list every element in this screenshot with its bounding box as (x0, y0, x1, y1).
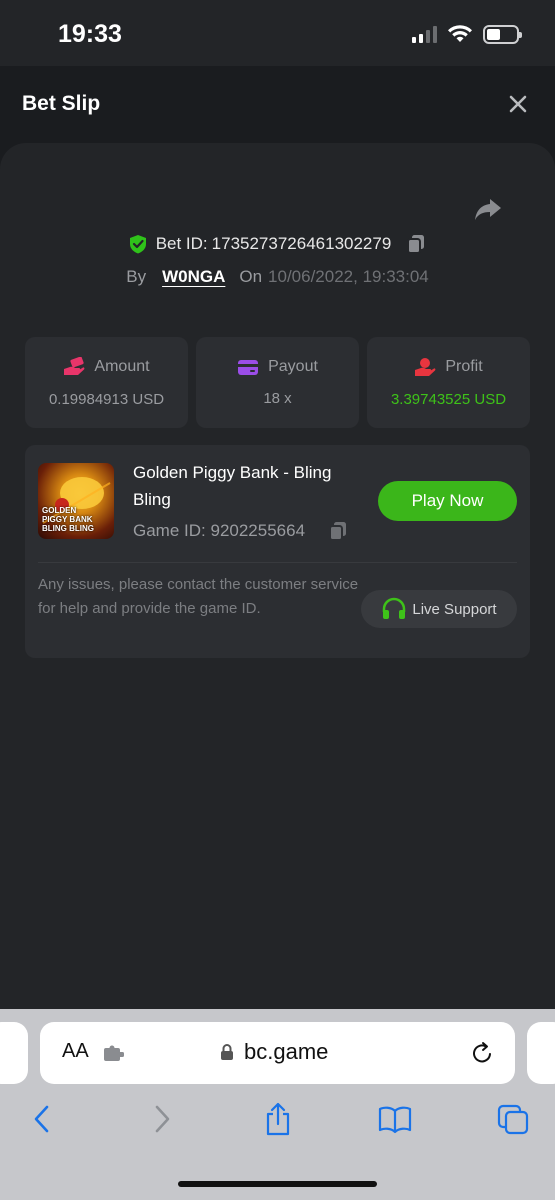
status-icons (412, 24, 522, 44)
reload-icon[interactable] (469, 1040, 495, 1066)
bet-slip-header: Bet Slip (0, 66, 555, 144)
game-thumbnail-text: GOLDEN PIGGY BANK BLING BLING (42, 506, 94, 533)
divider (38, 562, 517, 563)
stat-payout: Payout 18 x (196, 337, 359, 428)
previous-tab-edge[interactable] (0, 1022, 28, 1084)
game-id-label: Game ID: (133, 521, 206, 540)
next-tab-edge[interactable] (527, 1022, 555, 1084)
play-now-button[interactable]: Play Now (378, 481, 517, 521)
bet-meta-row: By W0NGA On 10/06/2022, 19:33:04 (0, 267, 555, 287)
shield-check-icon (129, 235, 146, 254)
lock-icon (221, 1044, 233, 1060)
live-support-label: Live Support (412, 600, 497, 618)
bet-id-value: 1735273726461302279 (211, 234, 392, 253)
back-icon (34, 1105, 49, 1133)
tabs-button[interactable] (493, 1099, 533, 1139)
payout-value: 18 x (263, 390, 292, 407)
game-thumbnail[interactable]: GOLDEN PIGGY BANK BLING BLING (38, 463, 114, 539)
cellular-signal-icon (412, 25, 437, 43)
live-support-button[interactable]: Live Support (361, 590, 517, 628)
close-icon[interactable] (507, 93, 529, 115)
text-size-button[interactable]: AA (62, 1040, 89, 1063)
url-text: bc.game (244, 1039, 329, 1064)
share-icon[interactable] (473, 193, 503, 223)
back-button[interactable] (22, 1099, 62, 1139)
status-time: 19:33 (58, 20, 122, 48)
wifi-icon (448, 25, 472, 42)
bet-id-label: Bet ID: (155, 234, 208, 253)
extension-icon[interactable] (102, 1044, 126, 1064)
share-sheet-icon (266, 1102, 290, 1136)
profit-value: 3.39743525 USD (390, 391, 507, 408)
share-sheet-button[interactable] (258, 1099, 298, 1139)
bet-datetime: 10/06/2022, 19:33:04 (268, 267, 429, 286)
stat-profit: Profit 3.39743525 USD (367, 337, 530, 428)
browser-nav (0, 1099, 555, 1143)
status-bar: 19:33 (0, 0, 555, 66)
bet-id-row: Bet ID: 1735273726461302279 (0, 233, 555, 255)
wallet-card-icon (238, 360, 259, 375)
forward-icon (155, 1105, 170, 1133)
game-id-row: Game ID: 9202255664 (133, 520, 349, 542)
forward-button[interactable] (142, 1099, 182, 1139)
copy-icon[interactable] (327, 520, 349, 542)
payout-label: Payout (268, 358, 318, 375)
browser-toolbar: AA bc.game (0, 1009, 555, 1200)
url-display[interactable]: bc.game (220, 1039, 328, 1065)
money-hand-icon (64, 357, 85, 375)
page-title: Bet Slip (22, 92, 101, 115)
address-bar[interactable]: AA bc.game (40, 1022, 515, 1084)
home-indicator (178, 1181, 377, 1187)
copy-icon[interactable] (405, 233, 427, 255)
bookmarks-icon (378, 1106, 412, 1134)
stat-amount: Amount 0.19984913 USD (25, 337, 188, 428)
on-label: On (239, 267, 263, 286)
game-id-value: 9202255664 (210, 521, 306, 540)
amount-label: Amount (94, 358, 150, 375)
game-title[interactable]: Golden Piggy Bank - Bling Bling (133, 459, 373, 513)
bet-stats: Amount 0.19984913 USD Payout 18 x Profit… (25, 337, 530, 428)
tabs-icon (497, 1104, 529, 1135)
bet-slip-card: Bet ID: 1735273726461302279 By W0NGA On … (0, 143, 555, 1009)
profit-hand-icon (415, 358, 436, 376)
profit-label: Profit (445, 358, 483, 375)
headset-icon (383, 597, 406, 619)
username-link[interactable]: W0NGA (162, 267, 225, 287)
by-label: By (126, 267, 147, 286)
amount-value: 0.19984913 USD (48, 391, 165, 408)
game-panel: GOLDEN PIGGY BANK BLING BLING Golden Pig… (25, 445, 530, 658)
support-message: Any issues, please contact the customer … (38, 576, 359, 617)
bookmarks-button[interactable] (375, 1099, 415, 1139)
battery-icon (483, 24, 522, 44)
